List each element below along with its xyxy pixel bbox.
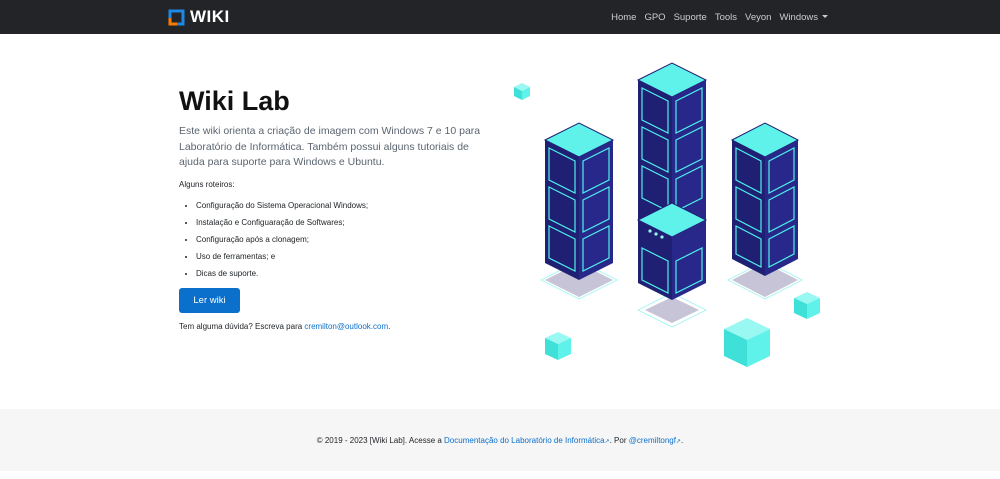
nav-windows-dropdown[interactable]: Windows — [779, 12, 828, 23]
footer-suffix: . — [681, 435, 684, 445]
small-cube-right — [794, 292, 820, 319]
navbar: WIKI Home GPO Suporte Tools Veyon Window… — [0, 0, 1000, 34]
roteiros-list: Configuração do Sistema Operacional Wind… — [188, 197, 368, 282]
contact-email-link[interactable]: cremilton@outlook.com — [304, 322, 388, 331]
middle-server-tower — [636, 62, 708, 328]
large-cube-bottom-right — [724, 318, 770, 367]
footer: © 2019 - 2023 [Wiki Lab]. Acesse a Docum… — [0, 409, 1000, 471]
nav-tools[interactable]: Tools — [715, 12, 737, 23]
list-item: Configuração após a clonagem; — [196, 231, 368, 248]
small-cube-bottom-left — [545, 332, 571, 360]
footer-prefix: © 2019 - 2023 [Wiki Lab]. Acesse a — [316, 435, 445, 445]
nav-suporte[interactable]: Suporte — [674, 12, 707, 23]
footer-middle: . Por — [609, 435, 629, 445]
nav-gpo[interactable]: GPO — [644, 12, 665, 23]
nav-menu: Home GPO Suporte Tools Veyon Windows — [611, 0, 828, 34]
right-server-tower — [727, 122, 803, 300]
list-item: Instalação e Configuaração de Softwares; — [196, 214, 368, 231]
wiki-logo-icon — [168, 9, 185, 25]
contact-suffix: . — [388, 322, 391, 331]
small-cube-top-left — [514, 83, 530, 100]
list-title: Alguns roteiros: — [179, 180, 235, 189]
nav-windows-label: Windows — [779, 11, 818, 23]
contact-text: Tem alguma dúvida? Escreva para cremilto… — [179, 322, 390, 331]
list-item: Dicas de suporte. — [196, 265, 368, 282]
list-item: Configuração do Sistema Operacional Wind… — [196, 197, 368, 214]
footer-author-link[interactable]: @cremiltongf↗ — [629, 436, 681, 445]
server-towers-illustration — [514, 62, 820, 367]
contact-prefix: Tem alguma dúvida? Escreva para — [179, 322, 305, 331]
footer-text: © 2019 - 2023 [Wiki Lab]. Acesse a Docum… — [317, 436, 684, 445]
footer-docs-label: Documentação do Laboratório de Informáti… — [444, 435, 605, 445]
left-server-tower — [540, 122, 618, 300]
lead-text: Este wiki orienta a criação de imagem co… — [179, 125, 481, 168]
footer-author-label: @cremiltongf — [628, 435, 676, 445]
list-item: Uso de ferramentas; e — [196, 248, 368, 265]
read-wiki-button[interactable]: Ler wiki — [179, 288, 240, 313]
brand-text: WIKI — [190, 7, 230, 26]
hero-section: Wiki Lab Este wiki orienta a criação de … — [0, 34, 1000, 409]
nav-home[interactable]: Home — [611, 12, 636, 23]
brand[interactable]: WIKI — [168, 6, 230, 28]
nav-veyon[interactable]: Veyon — [745, 12, 771, 23]
caret-down-icon — [822, 14, 828, 18]
footer-docs-link[interactable]: Documentação do Laboratório de Informáti… — [444, 436, 610, 445]
page-title: Wiki Lab — [179, 86, 290, 116]
